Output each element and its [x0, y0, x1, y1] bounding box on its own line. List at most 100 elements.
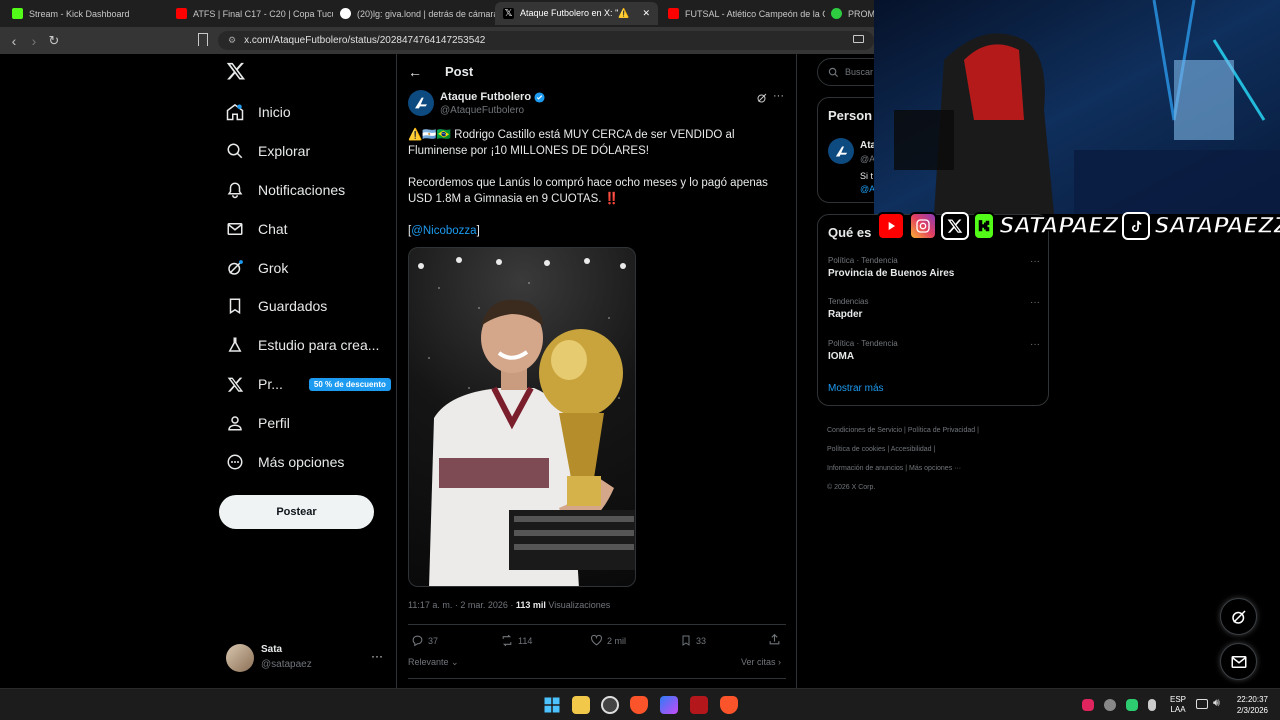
- more-icon[interactable]: ···: [1030, 339, 1040, 350]
- kick-favicon-icon: [12, 8, 23, 19]
- sidebar-item-mas-opciones[interactable]: Más opciones: [226, 447, 344, 477]
- sidebar-item-inicio[interactable]: Inicio: [226, 97, 291, 127]
- site-info-icon[interactable]: ⚙: [228, 35, 236, 46]
- sidebar-item-chat[interactable]: Chat: [226, 214, 288, 244]
- sidebar-item-perfil[interactable]: Perfil: [226, 408, 290, 438]
- more-icon[interactable]: ···: [1030, 297, 1040, 308]
- browser-tab[interactable]: FUTSAL - Atlético Campeón de la Co: [660, 2, 825, 25]
- address-bar[interactable]: ⚙ x.com/AtaqueFutbolero/status/202847476…: [218, 31, 874, 50]
- cast-icon[interactable]: [853, 35, 864, 43]
- social-handles-overlay: SATAPAEZ SATAPAEZZ: [877, 211, 1280, 241]
- footer-link[interactable]: Accesibilidad: [891, 446, 932, 453]
- repost-button[interactable]: 114: [500, 634, 532, 647]
- author-handle[interactable]: @AtaqueFutbolero: [440, 105, 524, 116]
- sidebar-item-grok[interactable]: Grok: [226, 253, 288, 283]
- post-meta: 11:17 a. m. · 2 mar. 2026 · 113 mil Visu…: [408, 600, 610, 610]
- brave-browser-icon[interactable]: [720, 696, 738, 714]
- footer-link[interactable]: Política de cookies: [827, 446, 885, 453]
- trend-item[interactable]: Política · Tendencia IOMA ···: [828, 339, 1040, 362]
- windows-taskbar: ESP LAA 🔊︎ 22:20:37 2/3/2026: [0, 688, 1280, 720]
- suggestion-handle: @A: [860, 154, 876, 164]
- who-to-follow-title: Person: [828, 108, 873, 123]
- tray-app-icon[interactable]: [1104, 699, 1116, 711]
- tray-app-icon[interactable]: [1082, 699, 1094, 711]
- back-icon[interactable]: ‹: [4, 33, 24, 49]
- post-button[interactable]: Postear: [219, 495, 374, 529]
- x-logo-icon: [941, 212, 969, 240]
- grok-icon: [226, 259, 244, 277]
- x-logo[interactable]: [226, 61, 246, 81]
- more-icon[interactable]: ···: [1030, 256, 1040, 267]
- suggestion-bio: Si t: [860, 171, 874, 181]
- sidebar-item-guardados[interactable]: Guardados: [226, 291, 327, 321]
- trend-item[interactable]: Política · Tendencia Provincia de Buenos…: [828, 256, 1040, 279]
- author-name-row[interactable]: Ataque Futbolero: [440, 91, 545, 103]
- x-favicon-icon: 𝕏: [503, 8, 514, 19]
- heart-icon: [591, 634, 602, 646]
- reload-icon[interactable]: ↻: [44, 33, 64, 49]
- trend-name: IOMA: [828, 351, 855, 362]
- post-timestamp[interactable]: 11:17 a. m. · 2 mar. 2026 ·: [408, 600, 516, 610]
- sidebar-item-explorar[interactable]: Explorar: [226, 136, 310, 166]
- footer-link[interactable]: Más opciones ···: [909, 465, 961, 472]
- footer-link[interactable]: Información de anuncios: [827, 465, 903, 472]
- footer-link[interactable]: Política de Privacidad: [908, 427, 975, 434]
- webcam-overlay: [874, 0, 1280, 214]
- messages-float-button[interactable]: [1220, 643, 1257, 680]
- bookmark-page-icon[interactable]: [198, 33, 208, 46]
- share-button[interactable]: [768, 633, 781, 646]
- more-icon[interactable]: ···: [371, 649, 383, 663]
- back-arrow-icon[interactable]: ←: [408, 64, 422, 80]
- browser-tab[interactable]: ATFS | Final C17 - C20 | Copa Tucumá: [168, 2, 333, 25]
- mail-icon: [226, 220, 244, 238]
- views-count: 113 mil: [515, 600, 546, 610]
- like-count: 2 mil: [607, 635, 627, 646]
- suggestion-avatar[interactable]: [828, 138, 854, 164]
- youtube-icon: [877, 212, 905, 240]
- browser-tab[interactable]: Stream - Kick Dashboard: [4, 2, 169, 25]
- show-more-link[interactable]: Mostrar más: [828, 383, 884, 394]
- sidebar-item-premium[interactable]: Pr... 50 % de descuento: [226, 369, 391, 399]
- reply-button[interactable]: 37: [411, 634, 438, 647]
- language-indicator[interactable]: ESP LAA: [1170, 695, 1186, 715]
- x-logo-icon: [226, 62, 246, 80]
- view-quotes-link[interactable]: Ver citas ›: [741, 657, 781, 667]
- browser-tab-active[interactable]: 𝕏 Ataque Futbolero en X: "⚠️ ✕: [495, 2, 658, 25]
- tray-app-icon[interactable]: [1126, 699, 1138, 711]
- grok-float-button[interactable]: [1220, 598, 1257, 635]
- brave-browser-icon[interactable]: [630, 696, 648, 714]
- copilot-icon[interactable]: [660, 696, 678, 714]
- forward-icon[interactable]: ›: [24, 33, 44, 49]
- kick-icon: [973, 212, 995, 240]
- bookmark-icon: [226, 297, 244, 315]
- network-icon[interactable]: [1196, 699, 1208, 709]
- obs-icon[interactable]: [601, 696, 619, 714]
- suggestion-bio-link[interactable]: @A: [860, 184, 875, 194]
- account-switcher[interactable]: Sata @satapaez ···: [226, 643, 386, 673]
- microphone-icon[interactable]: [1148, 699, 1156, 711]
- trend-item[interactable]: Tendencias Rapder ···: [828, 297, 1040, 320]
- like-button[interactable]: 2 mil: [590, 634, 626, 647]
- more-icon[interactable]: ···: [773, 90, 784, 102]
- mention-link[interactable]: @Nicobozza: [411, 225, 476, 237]
- sidebar-item-notificaciones[interactable]: Notificaciones: [226, 175, 345, 205]
- browser-tab[interactable]: (20)lg: giva.lond | detrás de cámaras: [332, 2, 496, 25]
- app-icon[interactable]: [690, 696, 708, 714]
- volume-icon[interactable]: 🔊︎: [1213, 697, 1220, 710]
- post-image[interactable]: [408, 247, 636, 587]
- post-text-paragraph-2: Recordemos que Lanús lo compró hace ocho…: [408, 177, 768, 205]
- bookmark-button[interactable]: 33: [680, 634, 706, 647]
- chevron-right-icon: ›: [775, 657, 782, 667]
- close-tab-icon[interactable]: ✕: [642, 8, 650, 19]
- sidebar-item-estudio[interactable]: Estudio para crea...: [226, 330, 379, 360]
- clock[interactable]: 22:20:37 2/3/2026: [1232, 694, 1268, 716]
- verified-badge-icon: [534, 91, 545, 103]
- sort-replies-dropdown[interactable]: Relevante ⌄: [408, 657, 459, 668]
- footer-links: Condiciones de Servicio | Política de Pr…: [827, 427, 979, 491]
- instagram-icon: [909, 212, 937, 240]
- file-explorer-icon[interactable]: [572, 696, 590, 714]
- grok-explain-icon[interactable]: [756, 92, 768, 104]
- footer-link[interactable]: Condiciones de Servicio: [827, 427, 902, 434]
- windows-start-icon[interactable]: [543, 696, 561, 714]
- author-avatar[interactable]: [408, 90, 434, 116]
